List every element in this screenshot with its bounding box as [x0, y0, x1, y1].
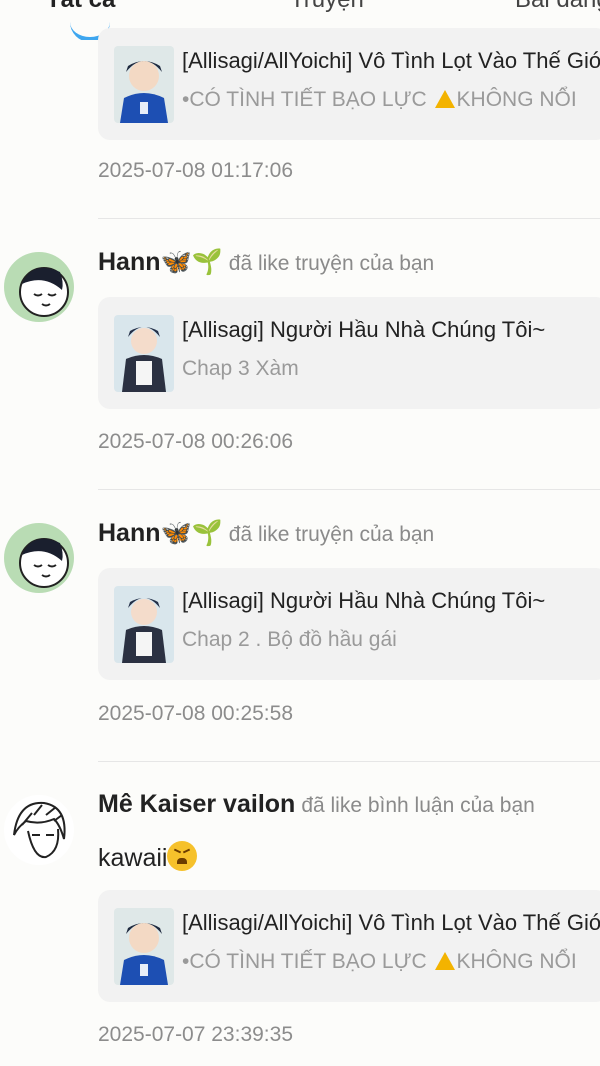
story-cover-image [114, 315, 174, 392]
timestamp: 2025-07-07 23:39:35 [98, 1023, 293, 1046]
notification-header: Mê Kaiser vailon đã like bình luận của bạ… [98, 790, 535, 819]
story-cover-image [114, 586, 174, 663]
story-title: [Allisagi/AllYoichi] Vô Tình Lọt Vào Thế… [182, 48, 600, 73]
user-avatar[interactable] [4, 523, 74, 593]
timestamp: 2025-07-08 00:26:06 [98, 430, 293, 453]
comment-text: kawaii [98, 841, 198, 873]
story-cover-image [114, 46, 174, 123]
timestamp: 2025-07-08 01:17:06 [98, 159, 293, 182]
story-card[interactable]: [Allisagi/AllYoichi] Vô Tình Lọt Vào Thế… [98, 890, 600, 1002]
tab-posts[interactable]: Bài đăng [515, 0, 600, 14]
divider [98, 489, 600, 490]
story-cover-image [114, 908, 174, 985]
tired-face-emoji-icon [167, 841, 198, 871]
user-avatar[interactable] [4, 795, 74, 865]
story-card[interactable]: [Allisagi/AllYoichi] Vô Tình Lọt Vào Thế… [98, 28, 600, 140]
story-subtitle: Chap 3 Xàm [182, 357, 299, 380]
story-subtitle: •CÓ TÌNH TIẾT BẠO LỰC KHÔNG NỔI [182, 88, 577, 111]
notification-header: Hann🦋🌱 đã like truyện của bạn [98, 519, 434, 548]
action-text: đã like truyện của bạn [228, 252, 435, 275]
timestamp: 2025-07-08 00:25:58 [98, 702, 293, 725]
notification-header: Hann🦋🌱 đã like truyện của bạn [98, 248, 434, 277]
story-subtitle: •CÓ TÌNH TIẾT BẠO LỰC KHÔNG NỔI [182, 950, 577, 973]
story-card[interactable]: [Allisagi] Người Hầu Nhà Chúng Tôi~ Chap… [98, 297, 600, 409]
story-card[interactable]: [Allisagi] Người Hầu Nhà Chúng Tôi~ Chap… [98, 568, 600, 680]
tab-stories[interactable]: Truyện [290, 0, 364, 14]
divider [98, 761, 600, 762]
action-text: đã like truyện của bạn [228, 523, 435, 546]
divider [98, 218, 600, 219]
story-title: [Allisagi] Người Hầu Nhà Chúng Tôi~ [182, 588, 546, 613]
username[interactable]: Hann🦋🌱 [98, 248, 223, 276]
warning-icon [434, 952, 455, 970]
story-title: [Allisagi/AllYoichi] Vô Tình Lọt Vào Thế… [182, 910, 600, 935]
username[interactable]: Mê Kaiser vailon [98, 790, 295, 818]
warning-icon [434, 90, 455, 108]
tab-all[interactable]: Tất cả [46, 0, 115, 14]
user-avatar[interactable] [4, 252, 74, 322]
username[interactable]: Hann🦋🌱 [98, 519, 223, 547]
story-subtitle: Chap 2 . Bộ đồ hầu gái [182, 628, 397, 651]
action-text: đã like bình luận của bạn [301, 794, 535, 817]
story-title: [Allisagi] Người Hầu Nhà Chúng Tôi~ [182, 317, 546, 342]
